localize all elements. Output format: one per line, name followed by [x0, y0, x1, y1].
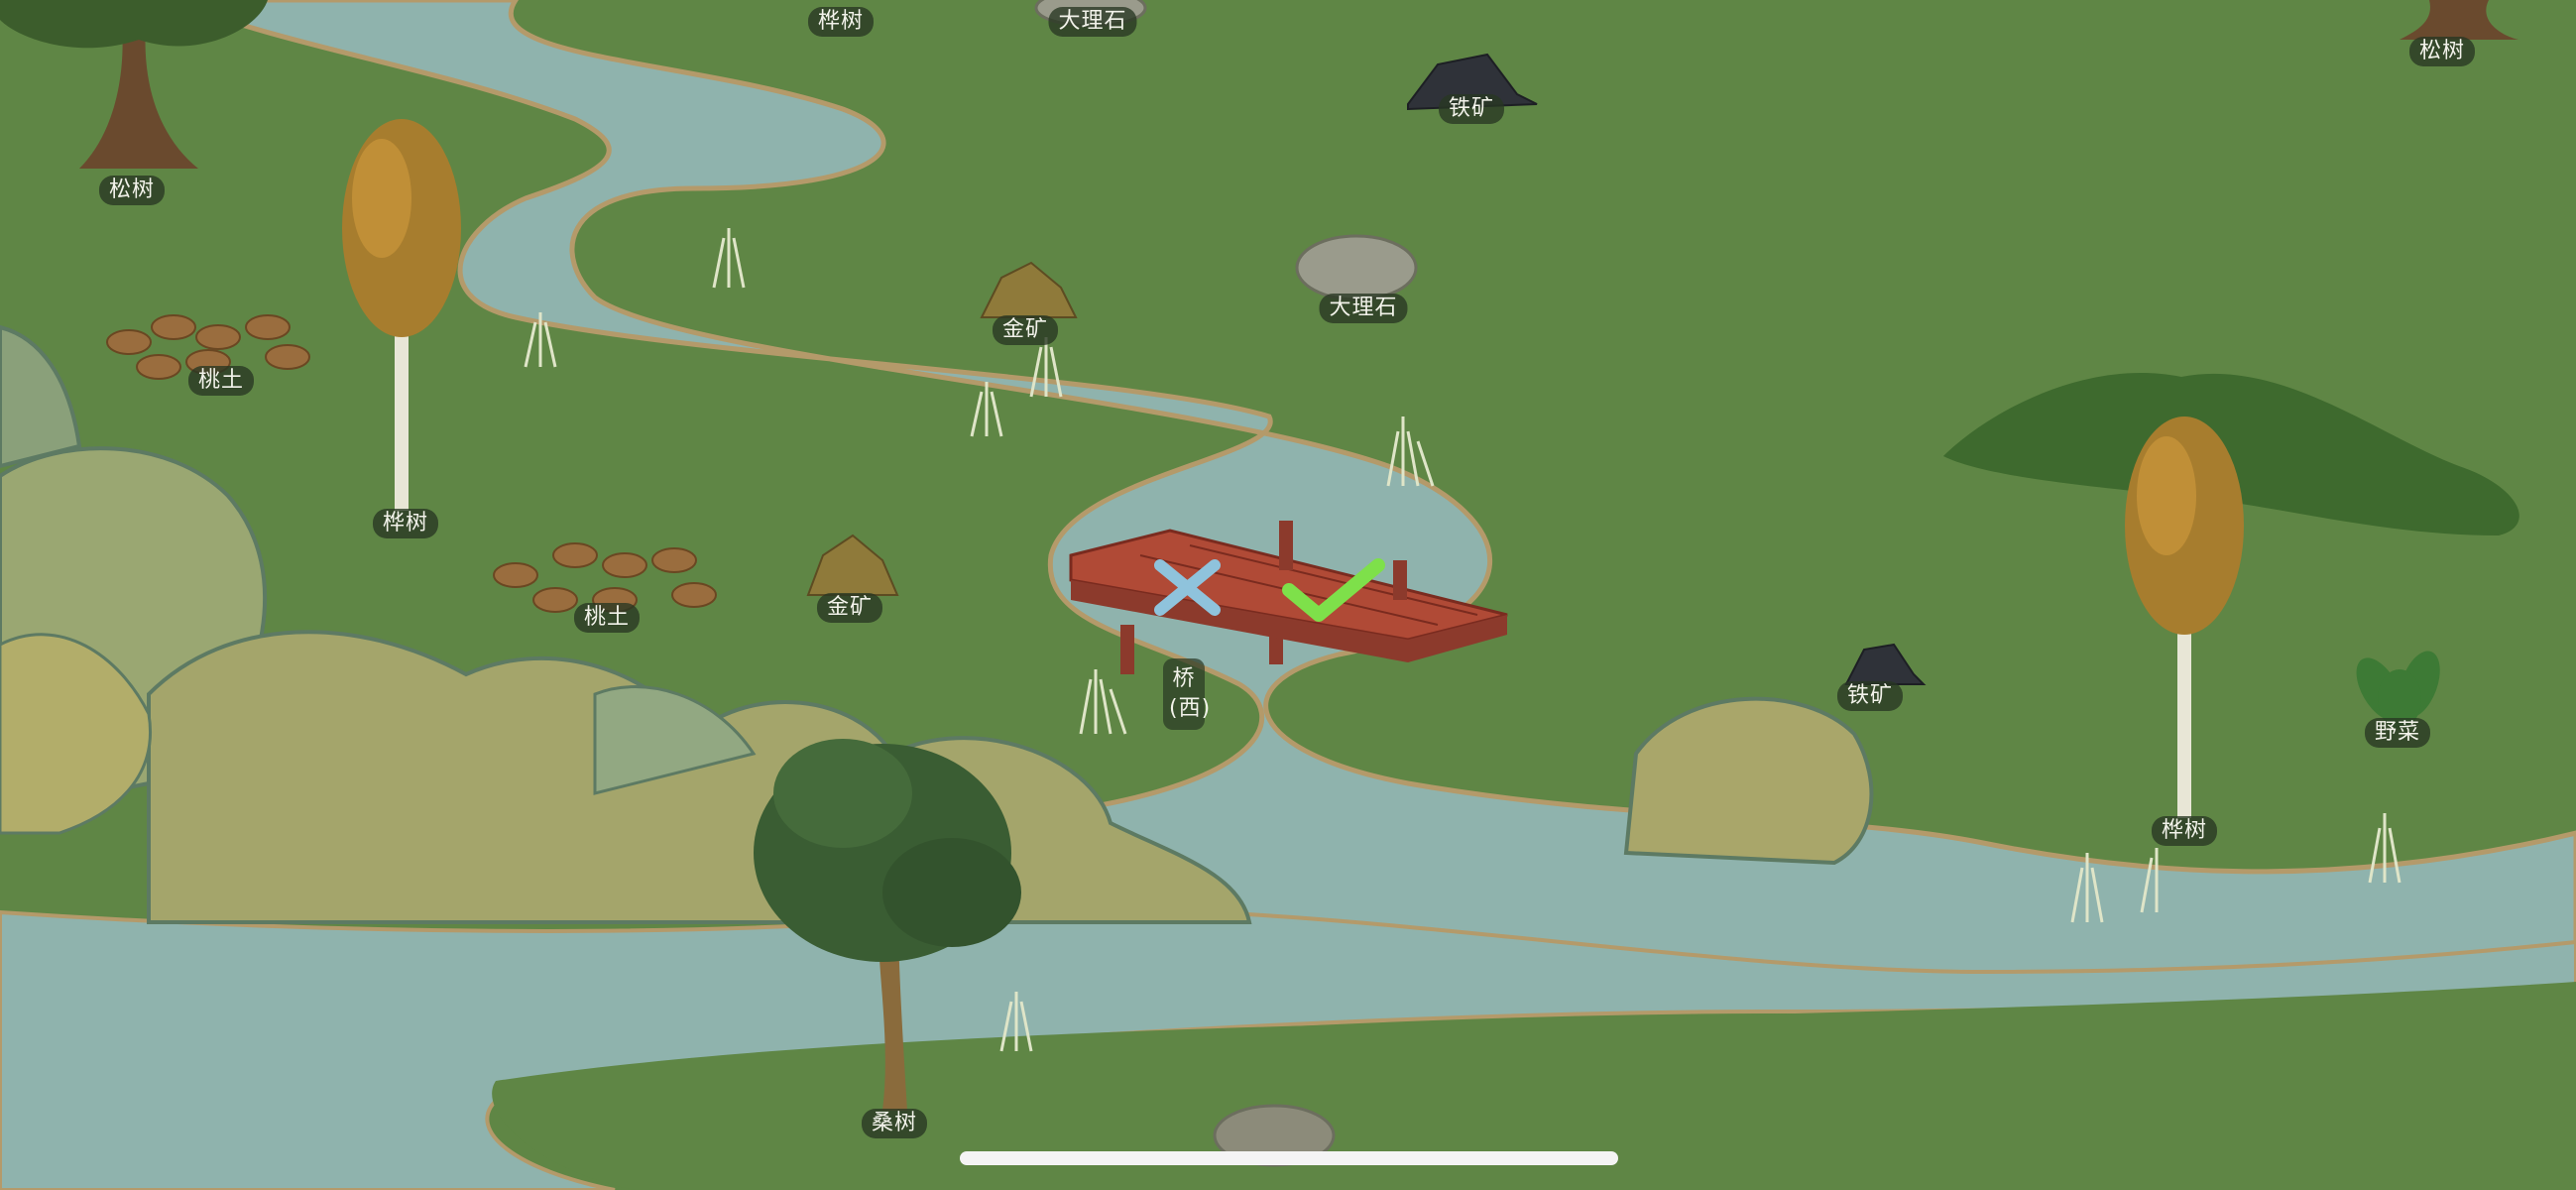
label-mulberry: 桑树: [861, 1109, 928, 1138]
label-gold: 金矿: [816, 593, 883, 623]
label-bridge: 桥(西): [1163, 658, 1210, 730]
label-marble: 大理石: [1319, 294, 1408, 323]
label-birch: 桦树: [807, 7, 875, 37]
label-birch: 桦树: [372, 509, 439, 538]
label-wild-vegetable: 野菜: [2364, 718, 2431, 748]
home-indicator[interactable]: [960, 1151, 1618, 1165]
label-gold: 金矿: [992, 315, 1059, 345]
game-map[interactable]: [0, 0, 2576, 1190]
label-marble: 大理石: [1048, 7, 1137, 37]
label-iron: 铁矿: [1438, 94, 1505, 124]
label-peach-soil: 桃土: [187, 366, 255, 396]
label-peach-soil: 桃土: [573, 603, 641, 633]
label-iron: 铁矿: [1836, 681, 1904, 711]
marble-rock[interactable]: [1295, 234, 1418, 301]
label-pine: 松树: [98, 176, 166, 205]
label-birch: 桦树: [2151, 816, 2218, 846]
label-pine: 松树: [2408, 37, 2476, 66]
